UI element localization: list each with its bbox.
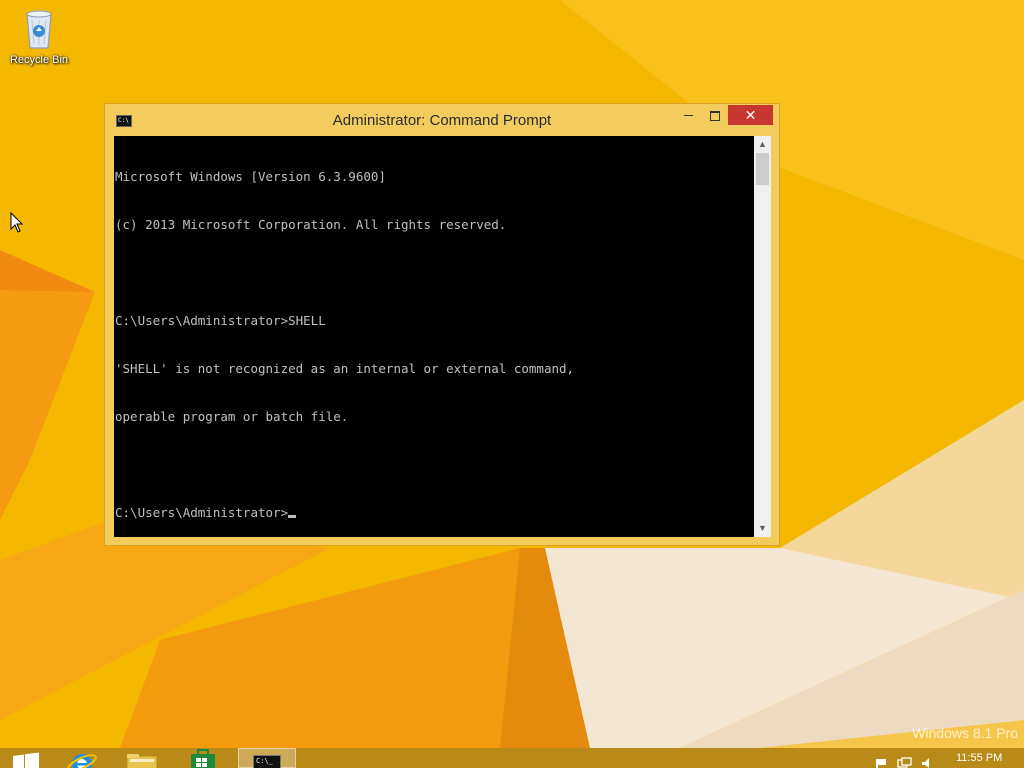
close-button[interactable]: ✕ <box>728 105 773 125</box>
title-bar[interactable]: C:\ Administrator: Command Prompt ✕ <box>105 104 779 136</box>
console-line: operable program or batch file. <box>115 409 349 424</box>
close-icon: ✕ <box>744 107 757 123</box>
console-line: Microsoft Windows [Version 6.3.9600] <box>115 169 386 184</box>
maximize-button[interactable] <box>702 105 728 125</box>
command-prompt-icon: C:\_ <box>253 755 281 768</box>
command-prompt-window[interactable]: C:\ Administrator: Command Prompt ✕ Micr… <box>104 103 780 546</box>
minimize-icon <box>683 115 693 117</box>
taskbar-internet-explorer[interactable] <box>62 748 102 768</box>
chevron-up-icon: ▲ <box>758 139 767 149</box>
scroll-down-button[interactable]: ▼ <box>754 520 771 537</box>
recycle-bin-label: Recycle Bin <box>9 54 69 66</box>
taskbar-store[interactable] <box>182 748 224 768</box>
internet-explorer-icon <box>67 754 97 768</box>
console-line: (c) 2013 Microsoft Corporation. All righ… <box>115 217 507 232</box>
chevron-down-icon: ▼ <box>758 523 767 533</box>
vertical-scrollbar[interactable]: ▲ ▼ <box>754 136 771 537</box>
recycle-bin-shortcut[interactable]: Recycle Bin <box>4 6 74 76</box>
desktop: Recycle Bin C:\ Administrator: Command P… <box>0 0 1024 768</box>
command-prompt-line[interactable]: C:\Users\Administrator> <box>115 505 754 521</box>
volume-icon[interactable] <box>922 758 929 768</box>
windows-watermark: Windows 8.1 Pro <box>912 725 1018 741</box>
scroll-thumb[interactable] <box>756 153 769 185</box>
start-button[interactable] <box>10 748 42 768</box>
console-output[interactable]: Microsoft Windows [Version 6.3.9600] (c)… <box>114 136 754 537</box>
system-tray <box>870 748 940 768</box>
recycle-bin-icon <box>19 6 59 52</box>
text-caret <box>288 515 297 518</box>
console-line: 'SHELL' is not recognized as an internal… <box>115 361 575 376</box>
action-center-flag-icon[interactable] <box>876 759 886 768</box>
prompt-text: C:\Users\Administrator> <box>115 505 289 520</box>
taskbar-clock[interactable]: 11:55 PM <box>956 752 1002 764</box>
maximize-icon <box>710 110 720 121</box>
minimize-button[interactable] <box>675 105 701 125</box>
store-icon <box>191 749 215 768</box>
mouse-cursor-icon <box>10 212 24 233</box>
taskbar: C:\_ 11:55 PM <box>0 748 1024 768</box>
folder-icon <box>126 754 158 768</box>
console-line: C:\Users\Administrator>SHELL <box>115 313 326 328</box>
taskbar-command-prompt[interactable]: C:\_ <box>238 748 296 768</box>
network-icon[interactable] <box>897 757 912 768</box>
taskbar-file-explorer[interactable] <box>120 748 164 768</box>
windows-logo-icon <box>13 752 39 768</box>
scroll-up-button[interactable]: ▲ <box>754 136 771 153</box>
